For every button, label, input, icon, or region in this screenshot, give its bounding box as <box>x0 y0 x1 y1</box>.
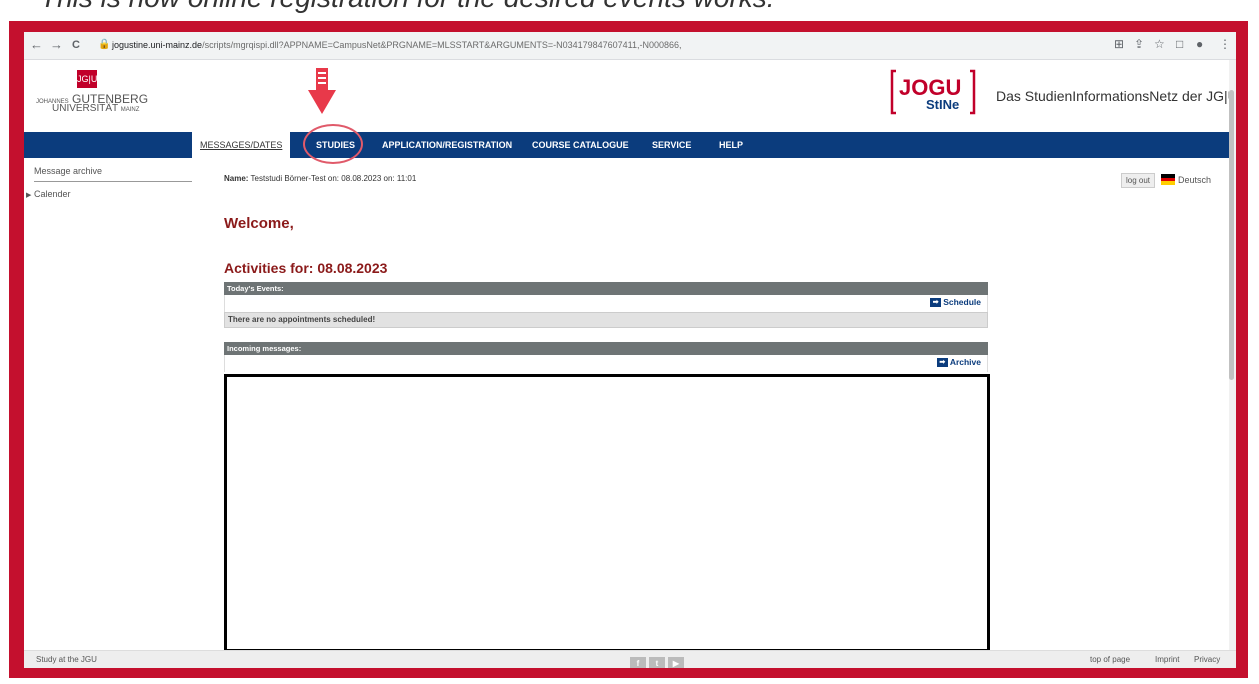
jogustine-logo-icon[interactable]: JOGU StINe <box>890 65 976 117</box>
menu-application-registration[interactable]: APPLICATION/REGISTRATION <box>382 132 512 158</box>
events-header: Today's Events: <box>224 282 988 295</box>
name-value: Teststudi Börner-Test on: 08.08.2023 on:… <box>250 174 417 183</box>
url-text: jogustine.uni-mainz.de/scripts/mgrqispi.… <box>112 40 682 50</box>
expand-arrow-icon[interactable]: ▶ <box>26 191 31 199</box>
schedule-label: Schedule <box>943 297 981 307</box>
scrollbar-thumb[interactable] <box>1229 90 1234 380</box>
incoming-messages-panel: Incoming messages: ➡ Archive <box>224 342 988 372</box>
imprint-link[interactable]: Imprint <box>1155 655 1179 664</box>
translate-icon[interactable]: ⊞ <box>1114 37 1124 51</box>
arrow-right-icon: ➡ <box>930 298 942 308</box>
german-flag-icon[interactable] <box>1161 174 1175 185</box>
reload-icon[interactable]: C <box>72 39 80 51</box>
messages-toolbar: ➡ Archive <box>224 355 988 372</box>
sidebar-item-message-archive[interactable]: Message archive <box>34 166 192 182</box>
forward-icon[interactable]: → <box>50 37 63 52</box>
youtube-icon[interactable]: ▶ <box>668 657 684 668</box>
browser-toolbar: ← → C 🔒 jogustine.uni-mainz.de/scripts/m… <box>24 32 1236 60</box>
messages-header: Incoming messages: <box>224 342 988 355</box>
archive-button[interactable]: ➡ Archive <box>936 357 981 368</box>
address-bar[interactable]: 🔒 jogustine.uni-mainz.de/scripts/mgrqisp… <box>92 35 1092 56</box>
archive-label: Archive <box>949 357 981 367</box>
share-icon[interactable]: ⇪ <box>1134 37 1144 51</box>
svg-text:StINe: StINe <box>926 97 959 112</box>
jgu-logo[interactable]: JG|U <box>77 70 97 88</box>
menu-messages-dates[interactable]: MESSAGES/DATES <box>192 132 291 158</box>
university-city: MAINZ <box>120 107 140 113</box>
browser-menu-icon[interactable]: ⋮ <box>1219 37 1231 51</box>
browser-screenshot: ← → C 🔒 jogustine.uni-mainz.de/scripts/m… <box>24 32 1236 668</box>
language-link[interactable]: Deutsch <box>1178 175 1211 185</box>
url-path: /scripts/mgrqispi.dll?APPNAME=CampusNet&… <box>202 40 682 50</box>
top-of-page-link[interactable]: top of page <box>1090 655 1130 664</box>
university-name-line2: UNIVERSITÄT MAINZ <box>52 103 139 114</box>
tutorial-caption: This is how online registration for the … <box>40 0 775 14</box>
profile-icon[interactable]: ● <box>1196 37 1203 51</box>
activities-heading: Activities for: 08.08.2023 <box>224 260 388 276</box>
sidebar: Message archive ▶ Calender <box>24 158 192 638</box>
menu-course-catalogue[interactable]: COURSE CATALOGUE <box>532 132 629 158</box>
menu-service[interactable]: SERVICE <box>652 132 691 158</box>
no-events-message: There are no appointments scheduled! <box>224 312 988 328</box>
red-arrow-annotation-icon <box>308 68 336 114</box>
back-icon[interactable]: ← <box>30 37 43 52</box>
side-panel-icon[interactable]: □ <box>1176 37 1183 51</box>
site-footer: Study at the JGU f t ▶ top of page Imprint… <box>24 650 1236 668</box>
privacy-link[interactable]: Privacy <box>1194 655 1220 664</box>
bookmark-star-icon[interactable]: ☆ <box>1154 37 1165 51</box>
twitter-icon[interactable]: t <box>649 657 665 668</box>
logout-button[interactable]: log out <box>1121 173 1156 188</box>
name-label: Name: <box>224 174 249 183</box>
menu-help[interactable]: HELP <box>719 132 743 158</box>
url-host: jogustine.uni-mainz.de <box>112 40 203 50</box>
studies-circle-annotation <box>303 124 363 164</box>
events-toolbar: ➡ Schedule <box>224 295 988 312</box>
lock-icon[interactable]: 🔒 <box>98 39 110 50</box>
redacted-area <box>224 374 990 652</box>
facebook-icon[interactable]: f <box>630 657 646 668</box>
study-at-jgu-link[interactable]: Study at the JGU <box>36 655 97 664</box>
site-title: Das StudienInformationsNetz der JG|U <box>996 88 1236 104</box>
arrow-right-icon: ➡ <box>936 358 948 368</box>
main-menu: MESSAGES/DATES STUDIES APPLICATION/REGIS… <box>24 132 1236 158</box>
sidebar-item-calender[interactable]: Calender <box>34 189 71 199</box>
todays-events-panel: Today's Events: ➡ Schedule There are no a… <box>224 282 988 328</box>
schedule-button[interactable]: ➡ Schedule <box>930 297 981 308</box>
university-word: UNIVERSITÄT <box>52 103 118 114</box>
page-scrollbar[interactable] <box>1229 60 1236 650</box>
user-name-line: Name: Teststudi Börner-Test on: 08.08.20… <box>224 174 416 183</box>
site-header: JG|U JOHANNES GUTENBERG UNIVERSITÄT MAIN… <box>24 60 1236 130</box>
welcome-heading: Welcome, <box>224 215 294 232</box>
social-links: f t ▶ <box>630 653 687 668</box>
